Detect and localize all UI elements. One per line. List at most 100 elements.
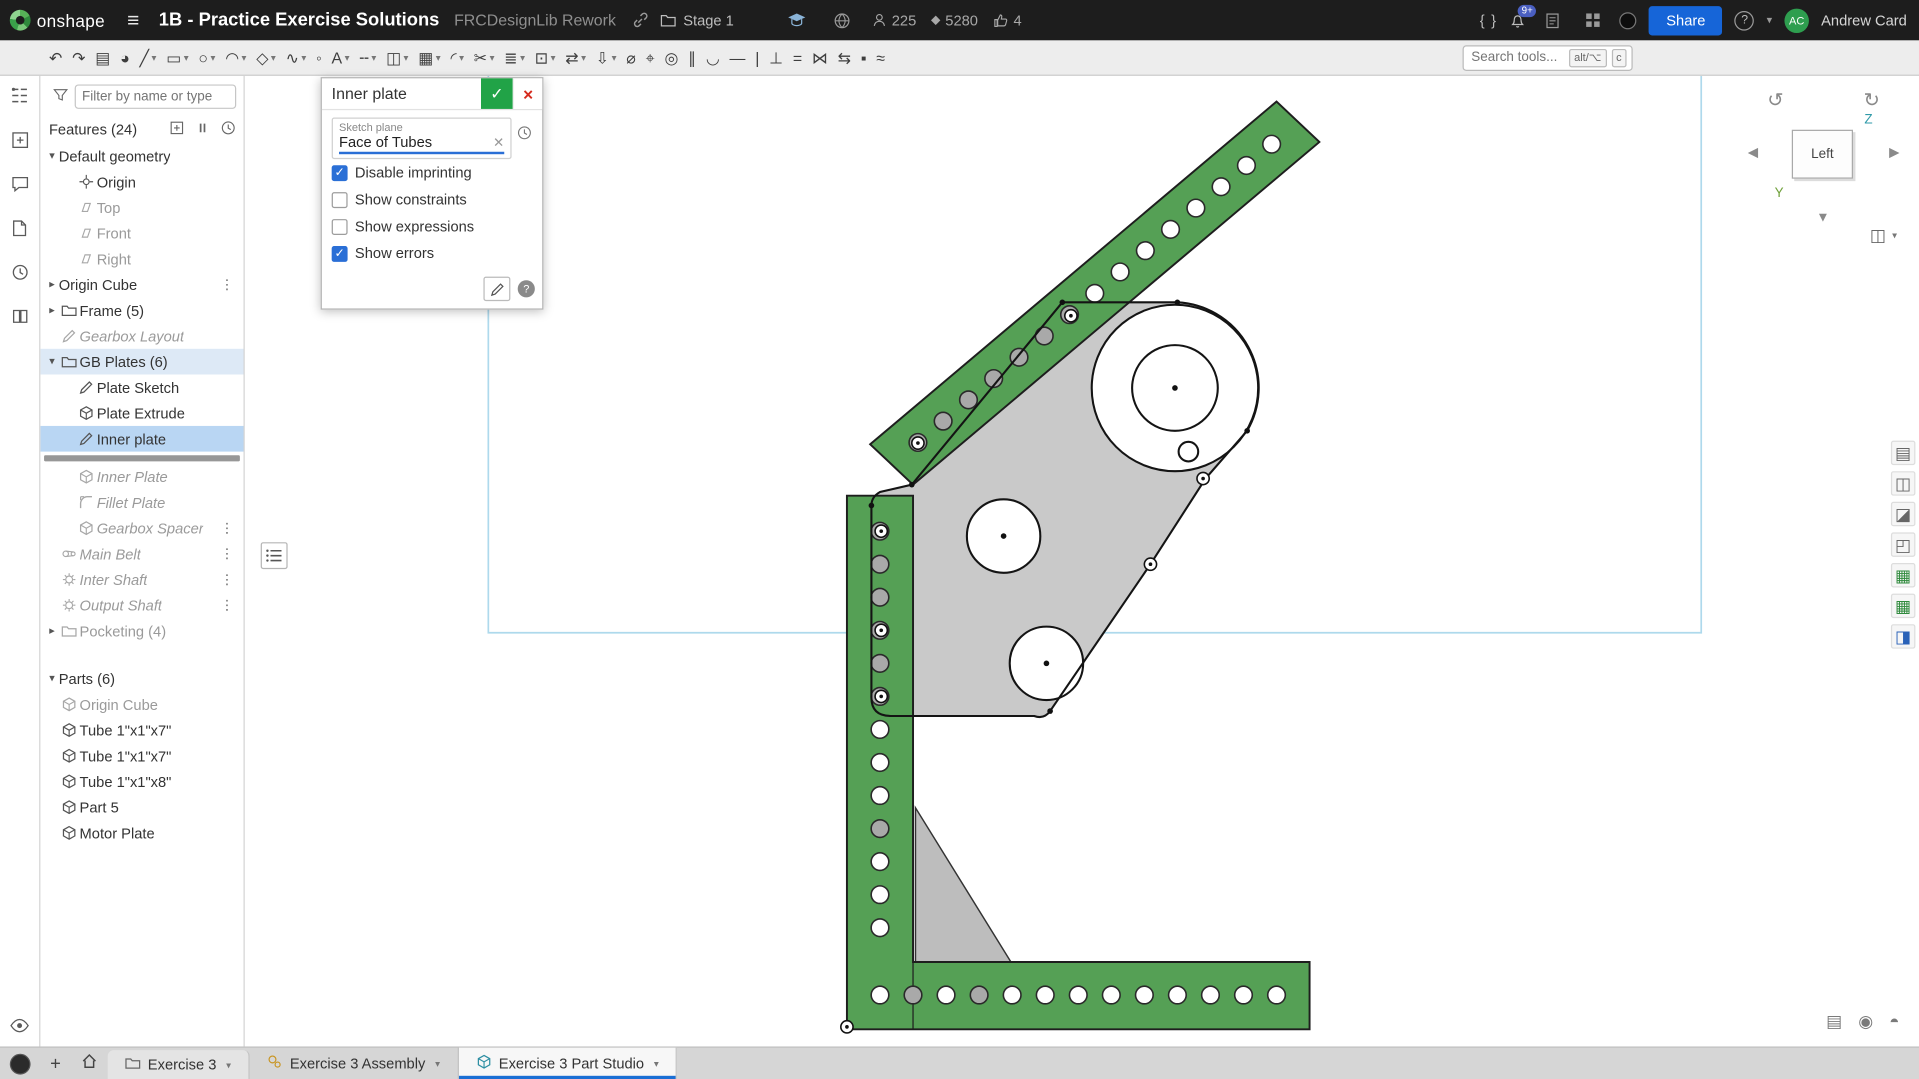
checkbox-icon[interactable]: ✓: [332, 165, 348, 181]
tab-exercise-3-part-studio[interactable]: Exercise 3 Part Studio▾: [458, 1048, 677, 1079]
parts-section-header[interactable]: ▾ Parts (6): [40, 666, 243, 692]
edit-sketch-button[interactable]: [483, 277, 510, 301]
dropdown-caret-icon[interactable]: ▾: [345, 52, 350, 63]
feature-item-front[interactable]: Front: [40, 220, 243, 246]
snapshot-icon[interactable]: ◉: [1858, 1011, 1873, 1032]
arc-tool-button[interactable]: ◠▾: [220, 43, 251, 72]
rotate-right-arrow-icon[interactable]: ▶: [1889, 144, 1899, 160]
likes-stat[interactable]: 4: [993, 12, 1022, 29]
linear-pattern-tool-button[interactable]: ▦▾: [413, 43, 445, 72]
feature-list-flyout-button[interactable]: [261, 542, 288, 569]
expand-arrow-icon[interactable]: ▸: [45, 624, 58, 637]
feature-item-gearbox-layout[interactable]: Gearbox Layout: [40, 323, 243, 349]
tab-exercise-3-assembly[interactable]: Exercise 3 Assembly▾: [249, 1048, 458, 1079]
dropdown-caret-icon[interactable]: ▾: [459, 52, 464, 63]
workspace-selector[interactable]: Stage 1: [660, 12, 734, 29]
equal-constraint-button[interactable]: =: [788, 43, 807, 72]
document-panel-icon[interactable]: [11, 219, 28, 243]
option-show-expressions[interactable]: Show expressions: [332, 213, 533, 240]
suppress-pause-icon[interactable]: [196, 120, 209, 140]
context-menu-icon[interactable]: ⋮: [220, 546, 243, 562]
insert-feature-icon[interactable]: [169, 120, 185, 140]
dropdown-caret-icon[interactable]: ▾: [184, 52, 189, 63]
part-item-motor-plate-5[interactable]: Motor Plate: [40, 820, 243, 846]
insert-rail-icon[interactable]: [10, 131, 28, 155]
horizontal-constraint-button[interactable]: ―: [725, 43, 751, 72]
feature-item-origin-cube[interactable]: ▸Origin Cube⋮: [40, 272, 243, 298]
tangent-constraint-button[interactable]: ◡: [701, 43, 725, 72]
app-store-grid-icon[interactable]: [1579, 12, 1607, 28]
publications-icon[interactable]: [10, 307, 28, 331]
field-history-icon[interactable]: [516, 125, 532, 147]
part-item-part-5-4[interactable]: Part 5: [40, 794, 243, 820]
search-tools-input[interactable]: [1469, 49, 1564, 66]
comments-icon[interactable]: [10, 175, 28, 199]
feature-item-gb-plates-6[interactable]: ▾GB Plates (6): [40, 349, 243, 375]
measure-tool-button[interactable]: ⌀: [621, 43, 640, 72]
sheet-blue-icon[interactable]: ◨: [1891, 624, 1915, 648]
expand-arrow-icon[interactable]: ▸: [45, 304, 58, 317]
dialog-help-icon[interactable]: ?: [518, 280, 535, 297]
named-views-icon[interactable]: ◰: [1891, 532, 1915, 556]
feature-item-fillet-plate[interactable]: Fillet Plate: [40, 490, 243, 516]
feature-item-plate-sketch[interactable]: Plate Sketch: [40, 375, 243, 401]
mirror-tool-button[interactable]: ◫▾: [381, 43, 413, 72]
perspective-icon[interactable]: ◓: [1889, 1011, 1899, 1032]
onshape-logo[interactable]: onshape: [0, 10, 115, 31]
dropdown-caret-icon[interactable]: ▾: [581, 52, 586, 63]
feature-item-inner-plate[interactable]: Inner Plate: [40, 464, 243, 490]
new-tab-button[interactable]: +: [40, 1053, 70, 1074]
dropdown-caret-icon[interactable]: ▾: [612, 52, 617, 63]
checkbox-icon[interactable]: [332, 192, 348, 208]
redo-button[interactable]: ↷: [67, 43, 90, 72]
release-notes-icon[interactable]: [1539, 12, 1567, 29]
symmetric-constraint-button[interactable]: ⇆: [833, 43, 856, 72]
rotate-left-arrow-icon[interactable]: ◀: [1748, 144, 1758, 160]
undo-button[interactable]: ↶: [44, 43, 67, 72]
assistant-button[interactable]: [10, 1053, 31, 1074]
home-tab-icon[interactable]: [71, 1052, 108, 1075]
rotate-ccw-icon[interactable]: ↺: [1767, 88, 1783, 112]
dropdown-caret-icon[interactable]: ▾: [404, 52, 409, 63]
option-disable-imprinting[interactable]: ✓Disable imprinting: [332, 159, 533, 186]
tab-exercise-3[interactable]: Exercise 3▾: [107, 1050, 249, 1079]
search-tools-box[interactable]: alt/⌥ c: [1463, 45, 1633, 71]
coincident-constraint-button[interactable]: ⌖: [641, 43, 660, 72]
sheet-green-2-icon[interactable]: ▦: [1891, 594, 1915, 618]
expand-arrow-icon[interactable]: ▾: [45, 149, 58, 162]
commit-button[interactable]: ✓: [481, 78, 513, 109]
featurescript-icon[interactable]: { }: [1480, 12, 1498, 29]
export-sketch-button[interactable]: ⇩▾: [591, 43, 622, 72]
expand-arrow-icon[interactable]: ▸: [45, 278, 58, 291]
share-button[interactable]: Share: [1649, 6, 1722, 35]
tab-caret-icon[interactable]: ▾: [435, 1058, 440, 1069]
transform-tool-button[interactable]: ⇄▾: [560, 43, 591, 72]
rotate-cw-icon[interactable]: ↻: [1864, 88, 1880, 112]
polygon-tool-button[interactable]: ◇▾: [251, 43, 280, 72]
construction-tool-button[interactable]: ╌▾: [354, 43, 381, 72]
main-menu-icon[interactable]: ≡: [115, 8, 152, 32]
cancel-button[interactable]: ×: [513, 78, 542, 109]
feature-item-pocketing-4[interactable]: ▸Pocketing (4): [40, 618, 243, 644]
eye-tracking-icon[interactable]: [10, 1017, 30, 1039]
rollback-bar[interactable]: [40, 452, 243, 464]
education-icon[interactable]: [780, 12, 812, 28]
feature-item-origin[interactable]: Origin: [40, 169, 243, 195]
expand-arrow-icon[interactable]: ▾: [45, 355, 58, 368]
dropdown-caret-icon[interactable]: ▾: [551, 52, 556, 63]
trim-tool-button[interactable]: ✂▾: [469, 43, 500, 72]
appearance-icon[interactable]: ▤: [1826, 1011, 1842, 1032]
document-title[interactable]: 1B - Practice Exercise Solutions: [159, 10, 440, 31]
context-menu-icon[interactable]: ⋮: [220, 572, 243, 588]
option-show-constraints[interactable]: Show constraints: [332, 186, 533, 213]
feature-item-right[interactable]: Right: [40, 246, 243, 272]
concentric-constraint-button[interactable]: ◎: [660, 43, 684, 72]
context-menu-icon[interactable]: ⋮: [220, 520, 243, 536]
tab-caret-icon[interactable]: ▾: [654, 1058, 659, 1069]
offset-tool-button[interactable]: ≣▾: [499, 43, 530, 72]
feature-item-main-belt[interactable]: Main Belt⋮: [40, 541, 243, 567]
part-item-origin-cube-0[interactable]: Origin Cube: [40, 692, 243, 718]
feature-filter-input[interactable]: [75, 84, 237, 108]
graphics-canvas[interactable]: Inner plate ✓ × Sketch plane Face of Tub…: [245, 76, 1919, 1047]
sketch-plane-field[interactable]: Sketch plane Face of Tubes ✕: [332, 117, 512, 159]
